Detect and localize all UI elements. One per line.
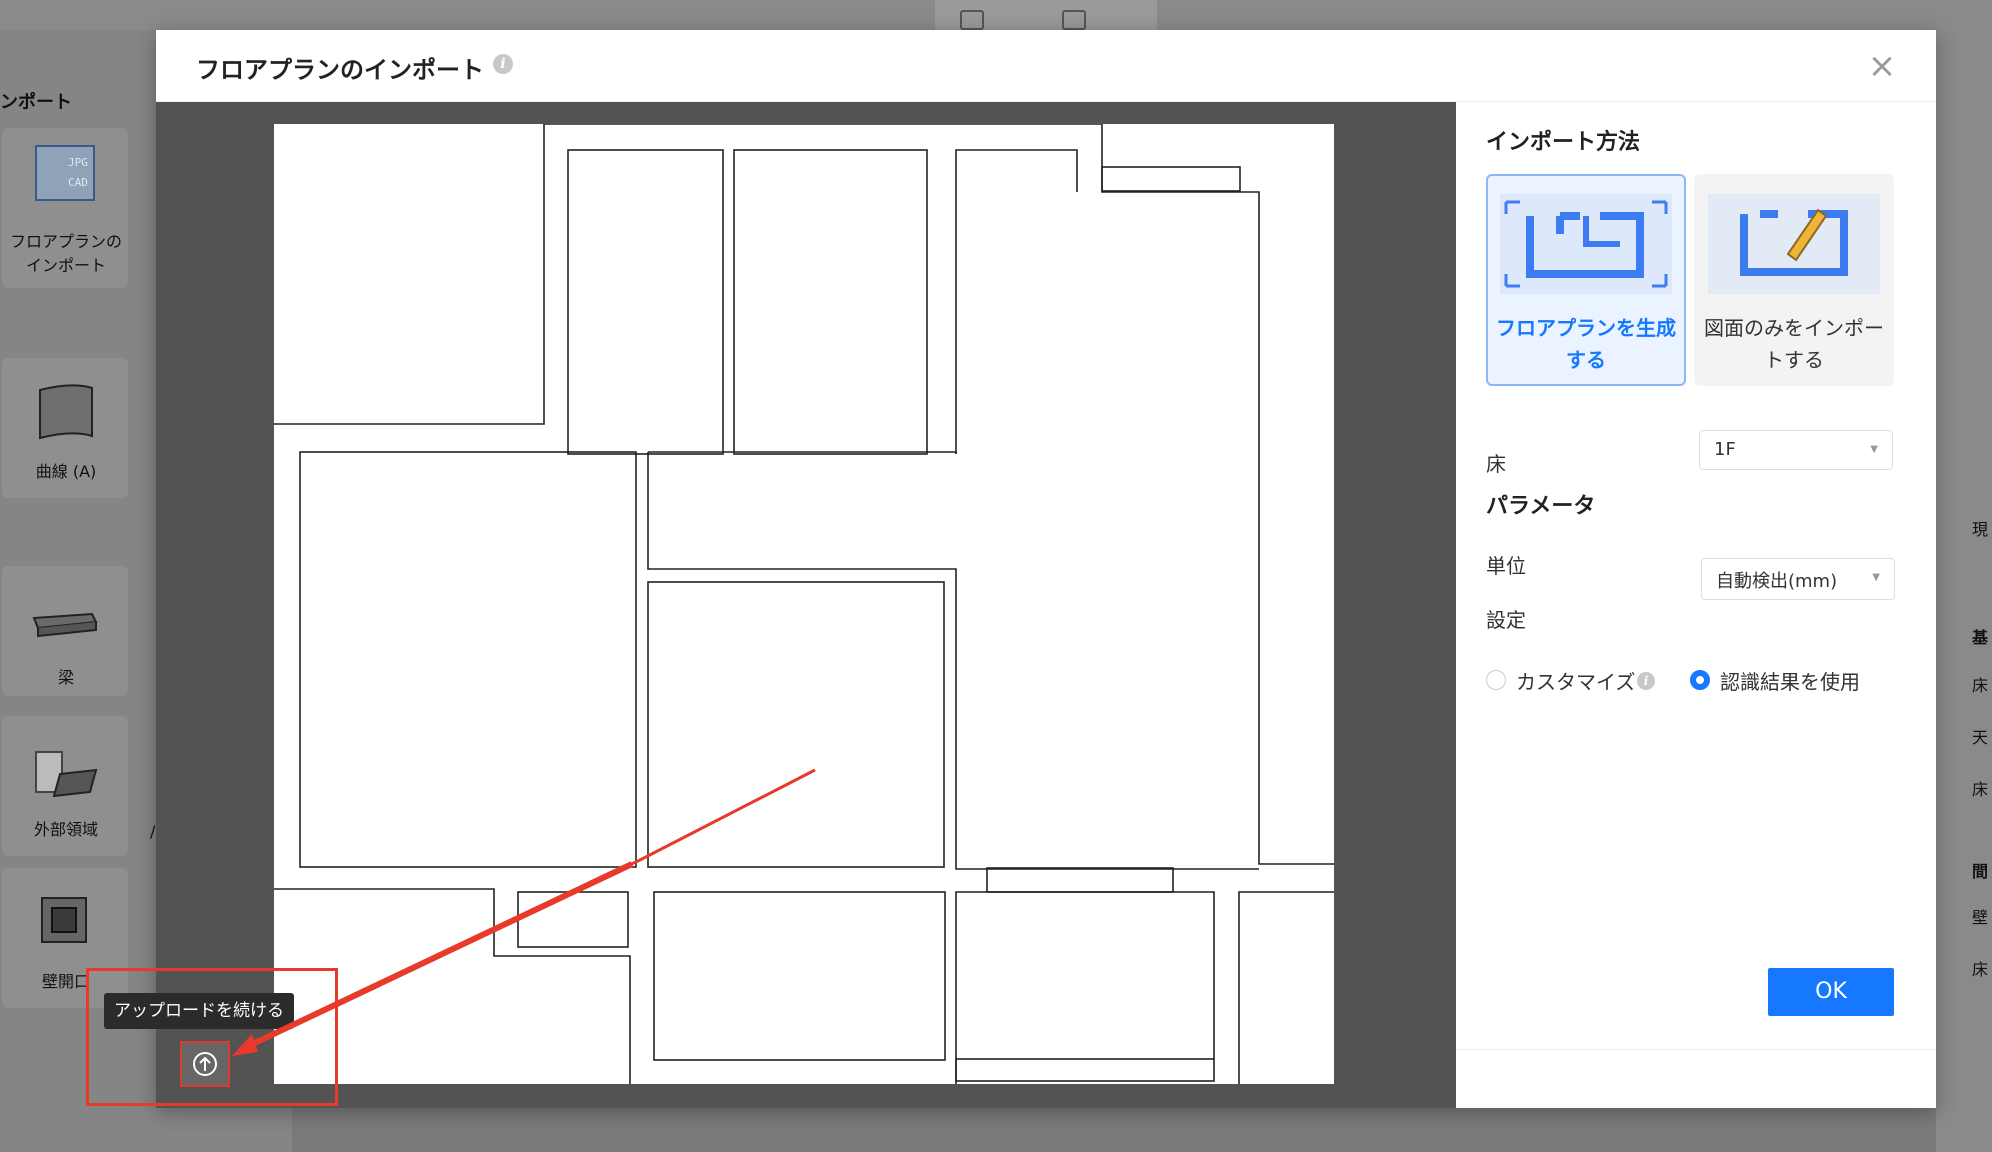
method-import-drawing[interactable]: 図面のみをインポートする (1694, 174, 1894, 386)
floor-select[interactable]: 1F ▼ (1699, 430, 1893, 470)
continue-upload-button[interactable] (180, 1041, 230, 1087)
info-icon[interactable]: i (493, 54, 513, 74)
curved-wall-card[interactable]: 曲線 (A) (2, 358, 128, 498)
chevron-down-icon: ▼ (1870, 444, 1878, 455)
right-panel-char: 床 (1972, 780, 1989, 799)
method-generate-floorplan[interactable]: フロアプランを生成する (1486, 174, 1686, 386)
panel-footer-divider (1456, 1049, 1936, 1050)
params-title: パラメータ (1486, 494, 1596, 519)
outdoor-area-card[interactable]: 外部領域 (2, 716, 128, 856)
left-panel-title: ンポート (0, 92, 72, 113)
right-panel-char: 床 (1972, 676, 1989, 695)
right-panel (1936, 30, 1992, 1152)
floorplan-import-label-2: インポート (25, 256, 106, 275)
cloud-upload-icon (193, 1052, 217, 1076)
floorplan-import-dialog: フロアプランのインポート i × インポート方法 フロアプランを生成する 図面の… (156, 30, 1936, 1108)
left-panel-stray-char: / (150, 822, 156, 841)
beam-icon (32, 612, 98, 638)
unit-select[interactable]: 自動検出(mm) ▼ (1701, 558, 1895, 600)
right-panel-char: 間 (1972, 862, 1989, 881)
floorplan-drawing (274, 124, 1334, 1084)
customize-label[interactable]: カスタマイズ (1516, 666, 1635, 695)
close-button[interactable]: × (1864, 48, 1900, 84)
right-panel-char: 壁 (1972, 908, 1989, 927)
floorplan-generate-icon (1500, 194, 1672, 294)
customize-radio[interactable] (1486, 670, 1506, 690)
method-generate-label: フロアプランを生成する (1496, 316, 1676, 372)
svg-text:JPG: JPG (68, 156, 88, 169)
use-recognition-radio[interactable] (1690, 670, 1710, 690)
wall-opening-icon (41, 897, 87, 943)
top-toolbar (935, 0, 1157, 30)
dialog-title: フロアプランのインポート (196, 56, 484, 84)
settings-panel: インポート方法 フロアプランを生成する 図面のみをインポートする 床 1F ▼ … (1456, 102, 1936, 1108)
outdoor-area-icon (35, 751, 98, 798)
curved-wall-icon (39, 384, 93, 440)
beam-label: 梁 (57, 668, 74, 687)
magic-tool-icon[interactable] (1062, 10, 1086, 30)
settings-label: 設定 (1486, 608, 1526, 632)
upload-tooltip: アップロードを続ける (104, 993, 294, 1029)
jpg-cad-icon: JPG CAD (35, 145, 95, 201)
beam-card[interactable]: 梁 (2, 566, 128, 696)
right-panel-char: 床 (1972, 960, 1989, 979)
use-recognition-label[interactable]: 認識結果を使用 (1720, 666, 1860, 695)
floorplan-import-card[interactable]: JPG CAD フロアプランの インポート (2, 128, 128, 288)
curved-wall-label: 曲線 (A) (35, 462, 97, 481)
dialog-header: フロアプランのインポート i × (156, 30, 1936, 102)
right-panel-char: 基 (1972, 628, 1989, 647)
floorplan-preview (156, 102, 1456, 1108)
grid-tool-icon[interactable] (960, 10, 984, 30)
ok-button[interactable]: OK (1768, 968, 1894, 1016)
unit-label: 単位 (1486, 554, 1526, 578)
right-panel-char: 天 (1972, 728, 1989, 747)
svg-text:CAD: CAD (68, 176, 88, 189)
import-method-title: インポート方法 (1486, 130, 1641, 155)
info-icon[interactable]: i (1637, 672, 1655, 690)
right-panel-char: 現 (1972, 520, 1989, 539)
chevron-down-icon: ▼ (1872, 572, 1880, 583)
method-import-label: 図面のみをインポートする (1704, 316, 1884, 372)
floorplan-import-label-1: フロアプランの (9, 232, 122, 251)
floor-label: 床 (1486, 452, 1506, 476)
unit-select-value: 自動検出(mm) (1716, 571, 1838, 592)
outdoor-area-label: 外部領域 (33, 820, 98, 839)
drawing-import-icon (1708, 194, 1880, 294)
floor-select-value: 1F (1714, 439, 1736, 460)
